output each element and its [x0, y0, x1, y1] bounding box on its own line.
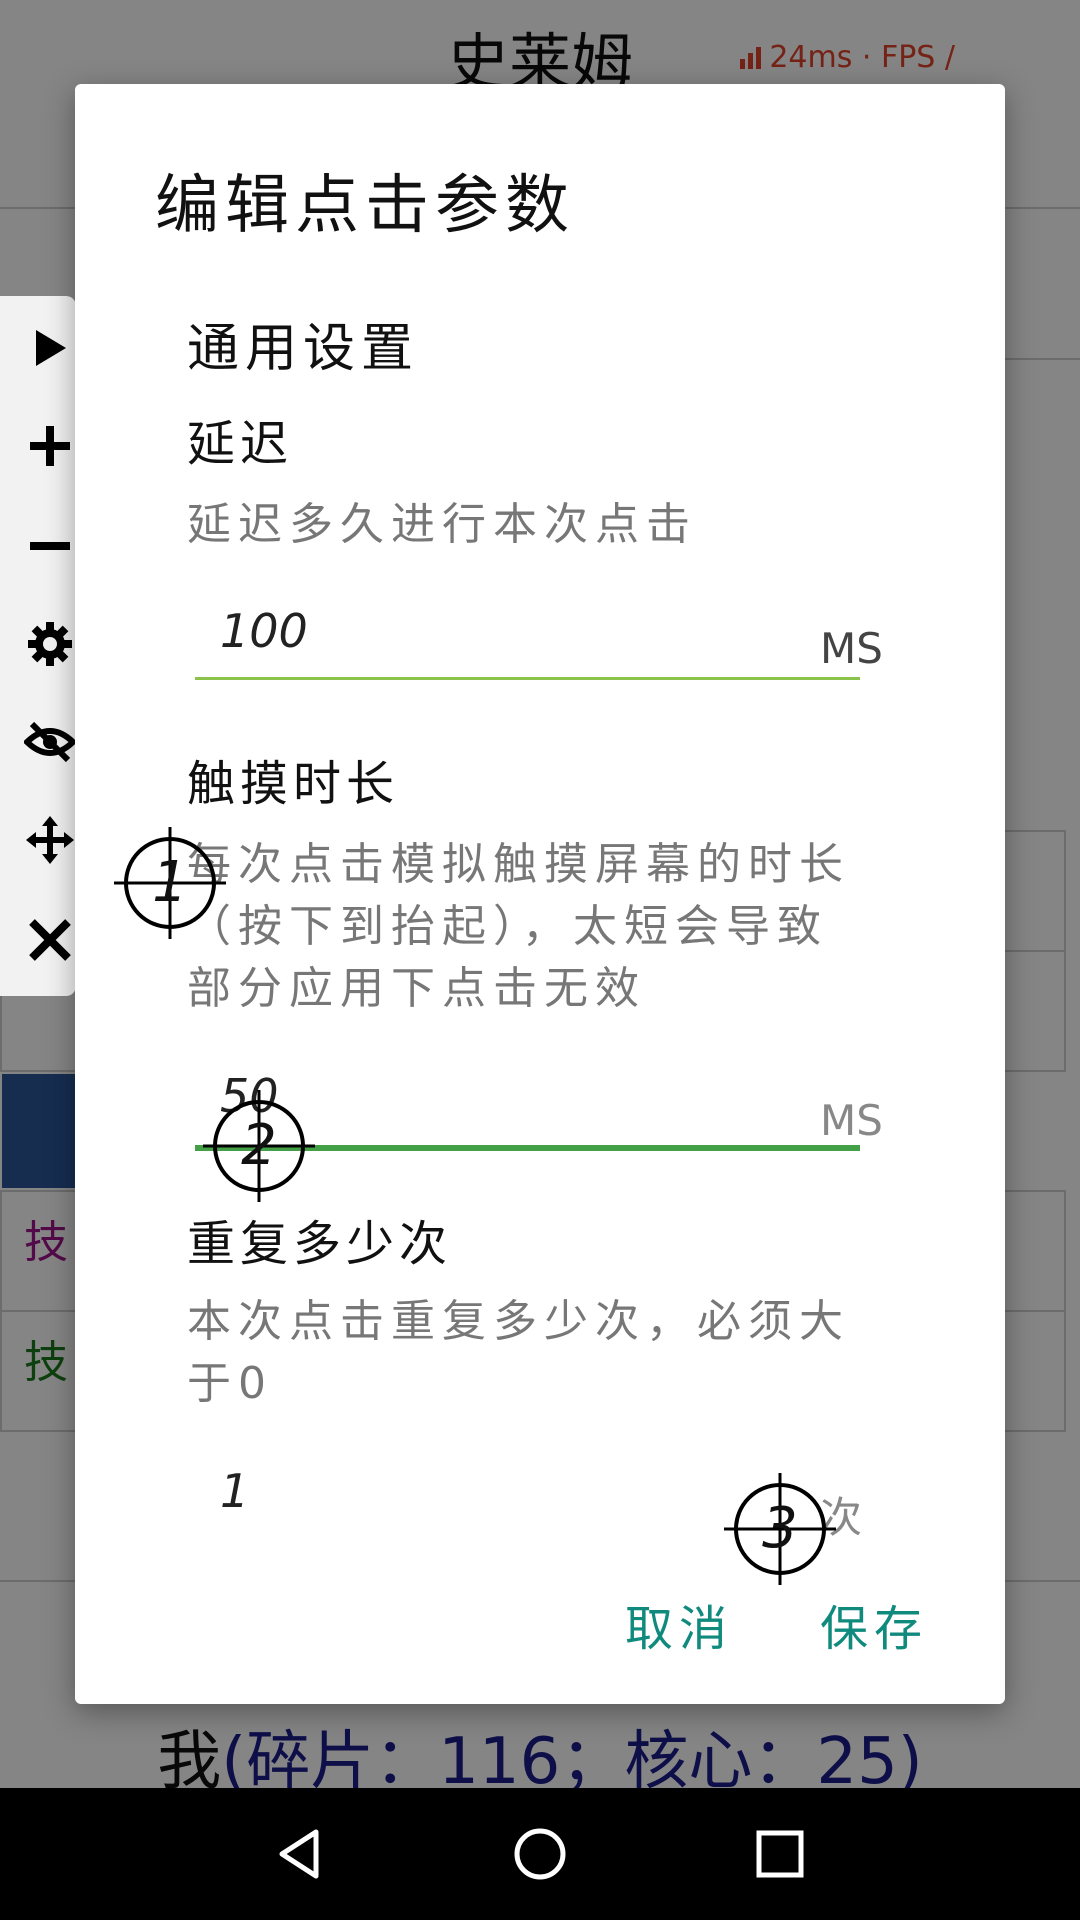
- play-icon[interactable]: [20, 318, 80, 378]
- touch-duration-label: 触摸时长: [187, 756, 400, 812]
- tap-target-2[interactable]: 2: [199, 1086, 319, 1206]
- back-icon[interactable]: [264, 1818, 336, 1890]
- touch-duration-unit: MS: [820, 1096, 883, 1145]
- touch-duration-description: 每次点击模拟触摸屏幕的时长（按下到抬起），太短会导致部分应用下点击无效: [187, 839, 850, 1014]
- delay-description: 延迟多久进行本次点击: [187, 499, 697, 550]
- floating-toolbar: [0, 296, 76, 996]
- repeat-input[interactable]: 1: [220, 1464, 249, 1518]
- delay-input[interactable]: 100: [220, 604, 308, 658]
- navigation-bar: [0, 1788, 1080, 1920]
- repeat-label: 重复多少次: [187, 1216, 453, 1272]
- tap-target-number: 1: [152, 850, 188, 915]
- cancel-button[interactable]: 取消: [625, 1589, 733, 1659]
- plus-icon[interactable]: [20, 416, 80, 476]
- home-icon[interactable]: [504, 1818, 576, 1890]
- close-icon[interactable]: [20, 910, 80, 970]
- move-icon[interactable]: [20, 810, 80, 870]
- section-header: 通用设置: [187, 319, 420, 379]
- delay-label: 延迟: [187, 416, 294, 472]
- tap-target-number: 3: [762, 1496, 798, 1561]
- tap-target-3[interactable]: 3: [720, 1469, 840, 1589]
- save-button[interactable]: 保存: [820, 1589, 928, 1659]
- gear-icon[interactable]: [20, 614, 80, 674]
- tap-target-number: 2: [241, 1113, 277, 1178]
- delay-unit: MS: [820, 624, 883, 673]
- delay-input-underline: [195, 677, 860, 680]
- eye-off-icon[interactable]: [20, 712, 80, 772]
- recents-icon[interactable]: [744, 1818, 816, 1890]
- repeat-description: 本次点击重复多少次，必须大于0: [187, 1296, 850, 1409]
- tap-target-1[interactable]: 1: [110, 823, 230, 943]
- minus-icon[interactable]: [20, 516, 80, 576]
- dialog-title: 编辑点击参数: [155, 169, 575, 243]
